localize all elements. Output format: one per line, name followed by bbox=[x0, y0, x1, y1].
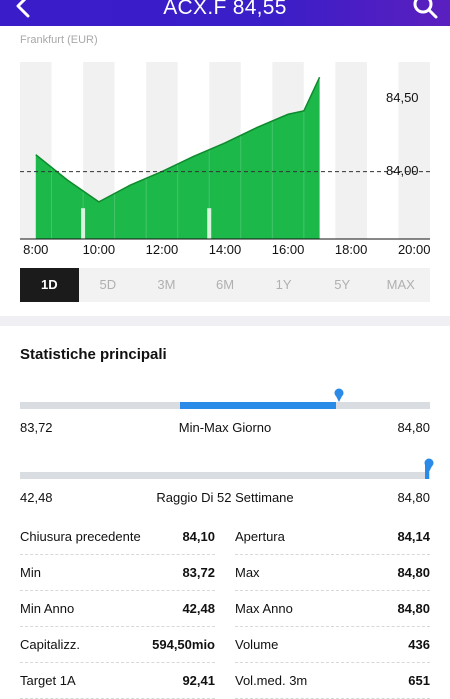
x-tick-label: 12:00 bbox=[145, 242, 179, 257]
range-tab-1d[interactable]: 1D bbox=[20, 268, 79, 302]
stat-value: 594,50mio bbox=[152, 636, 215, 652]
stat-label: Target 1A bbox=[20, 672, 76, 688]
year-range-label: Raggio Di 52 Settimane bbox=[156, 490, 294, 505]
stat-row: Min 83,72 bbox=[20, 554, 215, 591]
volume-bar bbox=[207, 208, 212, 239]
range-tab-max[interactable]: MAX bbox=[371, 268, 430, 302]
year-range-indicator bbox=[425, 463, 429, 479]
day-range-bar bbox=[20, 402, 430, 409]
stat-value: 42,48 bbox=[182, 600, 215, 616]
y-tick-label: 84,50 bbox=[386, 90, 419, 105]
stat-row: Max Anno 84,80 bbox=[235, 590, 430, 627]
year-range-bar bbox=[20, 472, 430, 479]
y-tick-label: 84,00 bbox=[386, 163, 419, 178]
x-tick-label: 8:00 bbox=[23, 242, 49, 257]
range-tab-1y[interactable]: 1Y bbox=[254, 268, 313, 302]
stat-label: Vol.med. 3m bbox=[235, 672, 308, 688]
x-tick-label: 16:00 bbox=[271, 242, 305, 257]
stat-row: Max 84,80 bbox=[235, 554, 430, 591]
stat-row: Vol.med. 3m 651 bbox=[235, 662, 430, 699]
stat-label: Chiusura precedente bbox=[20, 528, 141, 544]
stat-label: Max Anno bbox=[235, 600, 293, 616]
stat-row: Volume 436 bbox=[235, 626, 430, 663]
range-tab-5y[interactable]: 5Y bbox=[313, 268, 372, 302]
year-high-value: 84,80 bbox=[397, 490, 430, 505]
day-range-fill bbox=[179, 402, 336, 409]
stat-value: 84,80 bbox=[397, 564, 430, 580]
stat-row: Apertura 84,14 bbox=[235, 518, 430, 555]
stat-value: 84,80 bbox=[397, 600, 430, 616]
x-tick-label: 18:00 bbox=[334, 242, 368, 257]
day-range-label: Min-Max Giorno bbox=[178, 420, 272, 435]
range-tab-3m[interactable]: 3M bbox=[137, 268, 196, 302]
stat-row: Capitalizz. 594,50mio bbox=[20, 626, 215, 663]
range-tab-6m[interactable]: 6M bbox=[196, 268, 255, 302]
stat-row: Chiusura precedente 84,10 bbox=[20, 518, 215, 555]
stat-row: Min Anno 42,48 bbox=[20, 590, 215, 627]
section-divider bbox=[0, 316, 450, 326]
stat-row: Target 1A 92,41 bbox=[20, 662, 215, 699]
stat-label: Max bbox=[235, 564, 260, 580]
day-high-value: 84,80 bbox=[397, 420, 430, 435]
stat-value: 84,14 bbox=[397, 528, 430, 544]
day-range-marker-icon bbox=[334, 388, 344, 402]
stat-label: Apertura bbox=[235, 528, 285, 544]
x-tick-label: 14:00 bbox=[208, 242, 242, 257]
x-tick-label: 10:00 bbox=[82, 242, 116, 257]
volume-bar bbox=[81, 208, 86, 239]
stat-label: Min bbox=[20, 564, 41, 580]
stat-label: Min Anno bbox=[20, 600, 75, 616]
range-tab-5d[interactable]: 5D bbox=[79, 268, 138, 302]
stat-value: 84,10 bbox=[182, 528, 215, 544]
chart-grid-band bbox=[398, 62, 430, 239]
stat-value: 92,41 bbox=[182, 672, 215, 688]
stat-value: 83,72 bbox=[182, 564, 215, 580]
chart-grid-band bbox=[335, 62, 367, 239]
stat-value: 436 bbox=[408, 636, 430, 652]
x-tick-label: 20:00 bbox=[397, 242, 431, 257]
stat-value: 651 bbox=[408, 672, 430, 688]
stat-label: Capitalizz. bbox=[20, 636, 80, 652]
stat-label: Volume bbox=[235, 636, 279, 652]
range-selector: 1D 5D 3M 6M 1Y 5Y MAX bbox=[20, 268, 430, 302]
section-title: Statistiche principali bbox=[20, 346, 167, 363]
price-chart[interactable] bbox=[0, 0, 450, 260]
